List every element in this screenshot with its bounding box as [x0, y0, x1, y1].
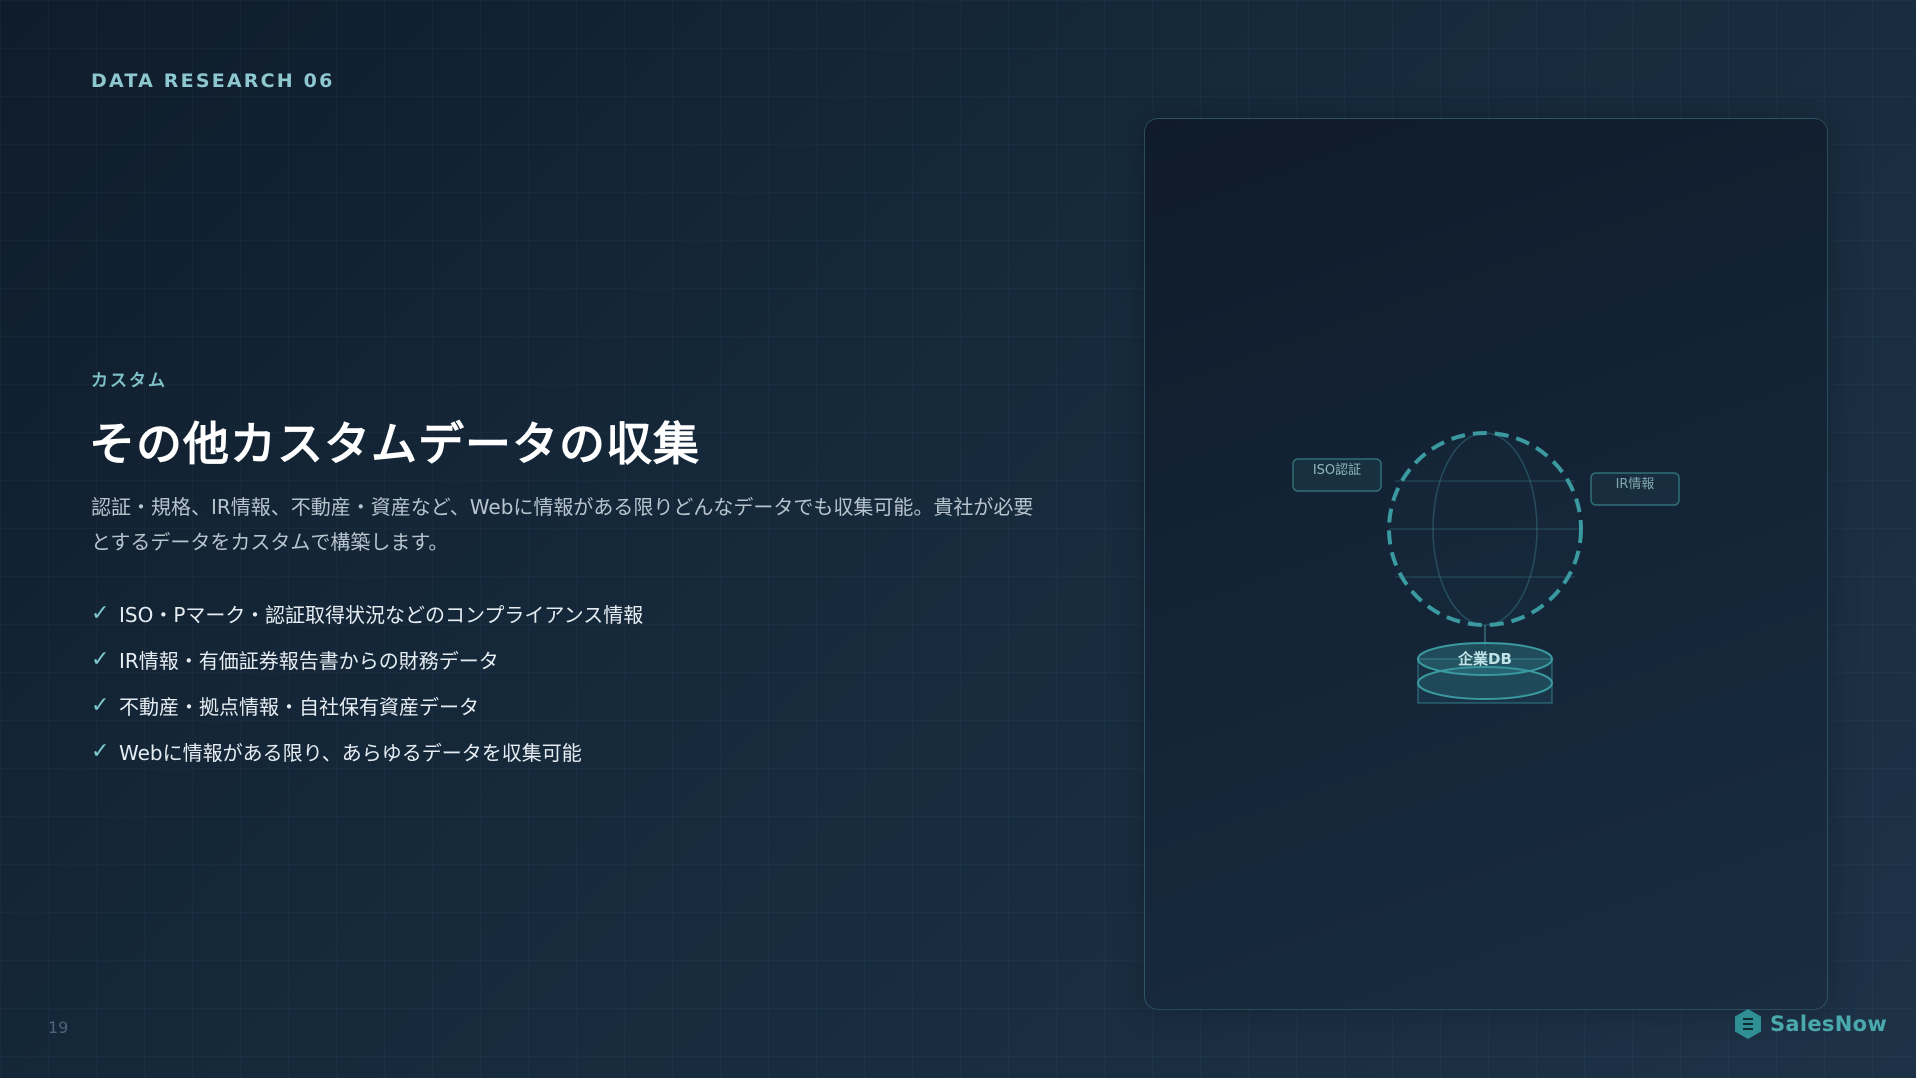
brand-logo: SalesNow	[1734, 1008, 1887, 1040]
feature-text: ISO・Pマーク・認証取得状況などのコンプライアンス情報	[119, 602, 644, 627]
db-label: 企業DB	[1457, 650, 1512, 668]
feature-item: ✓ ISO・Pマーク・認証取得状況などのコンプライアンス情報	[91, 590, 643, 636]
iso-tag: ISO認証	[1292, 458, 1382, 492]
database-icon: 企業DB	[1417, 642, 1553, 704]
feature-item: ✓ Webに情報がある限り、あらゆるデータを収集可能	[91, 728, 643, 774]
feature-list: ✓ ISO・Pマーク・認証取得状況などのコンプライアンス情報 ✓ IR情報・有価…	[91, 590, 643, 774]
feature-text: Webに情報がある限り、あらゆるデータを収集可能	[119, 740, 582, 765]
check-icon: ✓	[91, 692, 110, 718]
brand-name: SalesNow	[1770, 1012, 1888, 1036]
feature-item: ✓ 不動産・拠点情報・自社保有資産データ	[91, 682, 643, 728]
page-number: 19	[48, 1018, 69, 1037]
diagram-panel: ISO認証 IR情報 企業DB	[1144, 118, 1828, 1010]
feature-text: 不動産・拠点情報・自社保有資産データ	[119, 694, 479, 719]
iso-tag-label: ISO認証	[1313, 462, 1361, 478]
check-icon: ✓	[91, 738, 110, 764]
description: 認証・規格、IR情報、不動産・資産など、Webに情報がある限りどんなデータでも収…	[91, 495, 1034, 554]
feature-item: ✓ IR情報・有価証券報告書からの財務データ	[91, 636, 643, 682]
feature-text: IR情報・有価証券報告書からの財務データ	[119, 648, 499, 673]
data-diagram: ISO認証 IR情報 企業DB	[1292, 431, 1680, 704]
check-icon: ✓	[91, 646, 110, 672]
page-title: その他カスタムデータの収集	[89, 417, 700, 471]
check-icon: ✓	[91, 600, 110, 626]
hexagon-logo-icon	[1735, 1009, 1761, 1039]
category-label: カスタム	[91, 371, 167, 391]
ir-tag: IR情報	[1590, 472, 1680, 506]
globe-icon	[1387, 431, 1583, 627]
ir-tag-label: IR情報	[1616, 477, 1655, 492]
section-eyebrow: DATA RESEARCH 06	[91, 70, 335, 92]
